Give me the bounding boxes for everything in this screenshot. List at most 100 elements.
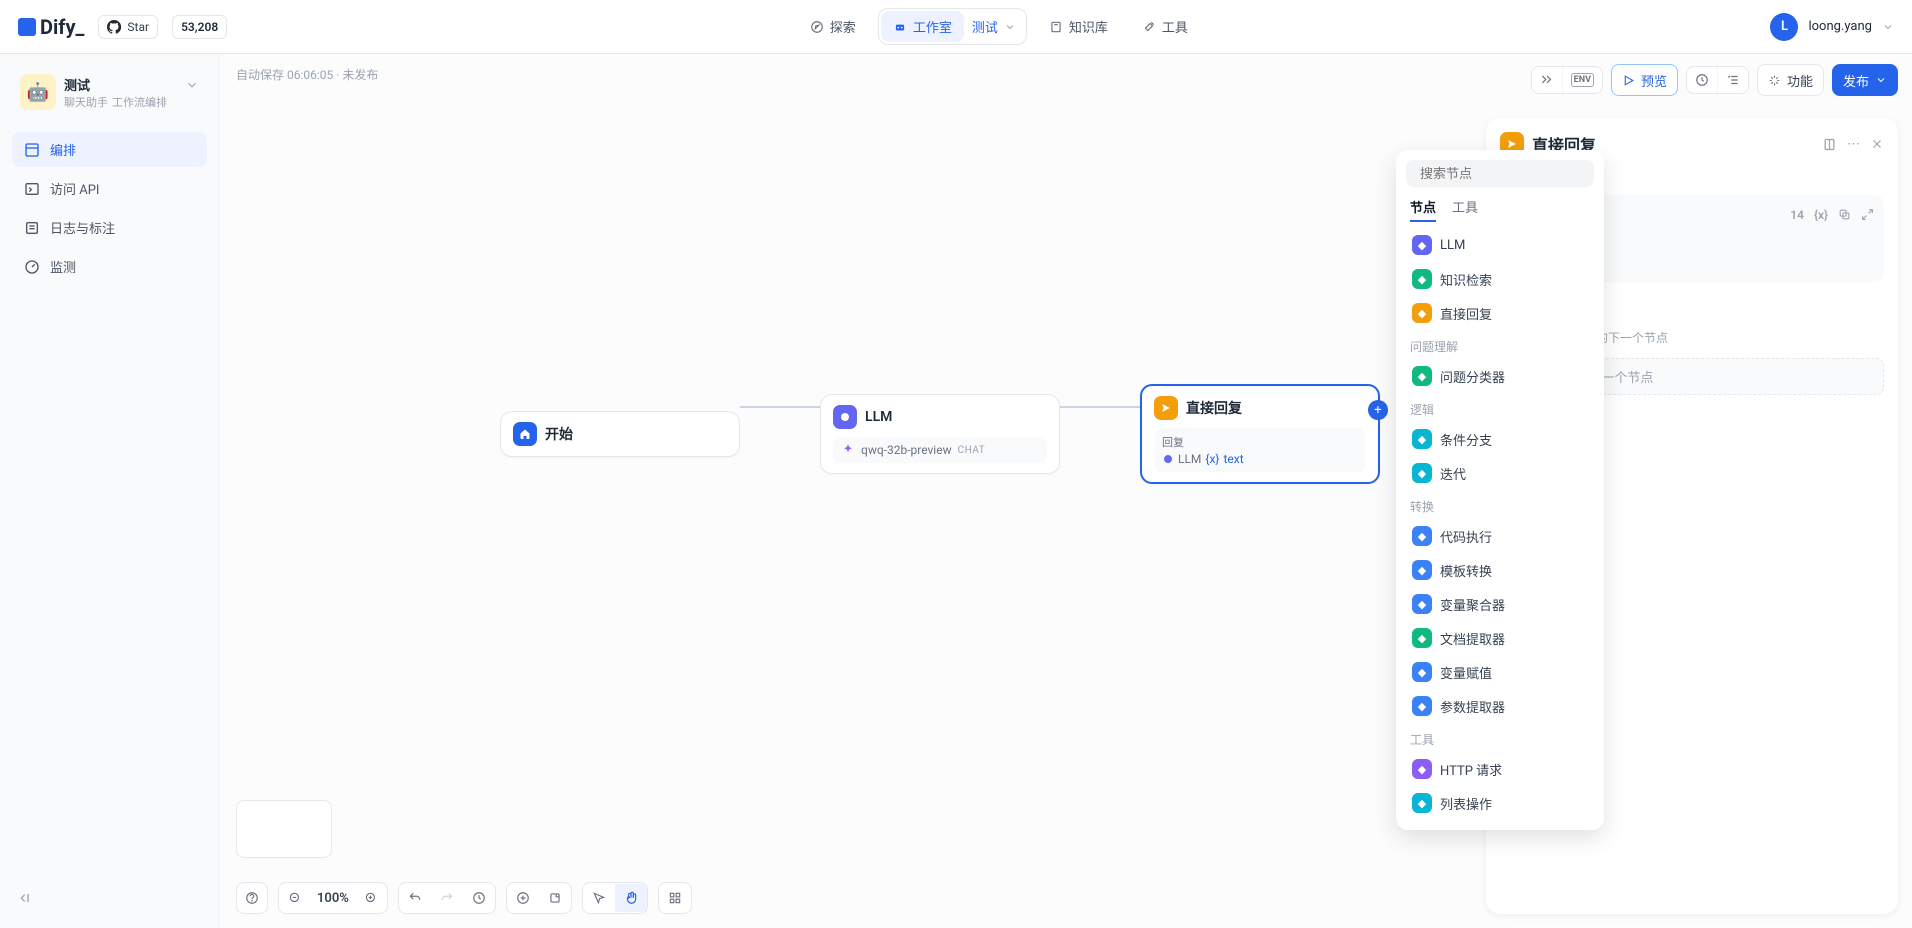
zoom-out-button[interactable] xyxy=(279,884,311,912)
node-type-icon: ◆ xyxy=(1412,759,1432,779)
node-search[interactable] xyxy=(1406,160,1594,187)
chevron-down-icon xyxy=(1882,21,1894,33)
picker-item[interactable]: ◆知识检索 xyxy=(1406,262,1594,296)
user-menu[interactable]: L loong.yang xyxy=(1770,13,1894,41)
var-prefix: {x} xyxy=(1205,452,1219,466)
picker-item[interactable]: ◆HTTP 请求 xyxy=(1406,752,1594,786)
node-direct-reply[interactable]: 直接回复 回复 LLM {x} text + xyxy=(1140,384,1380,484)
node-search-input[interactable] xyxy=(1420,166,1596,181)
chevron-down-icon xyxy=(1875,74,1887,86)
picker-item-label: 模板转换 xyxy=(1440,561,1492,580)
undo-button[interactable] xyxy=(399,884,431,912)
sidebar-nav: 编排 访问 API 日志与标注 监测 xyxy=(12,132,207,284)
picker-item[interactable]: ◆条件分支 xyxy=(1406,422,1594,456)
workflow-canvas[interactable]: 自动保存 06:06:05 · 未发布 ENV 预览 功能 发布 xyxy=(220,54,1912,928)
node-type-icon: ◆ xyxy=(1412,526,1432,546)
node-type-icon: ◆ xyxy=(1412,463,1432,483)
minimap[interactable] xyxy=(236,800,332,858)
book-icon xyxy=(1049,20,1063,34)
nav-workspace-app[interactable]: 测试 xyxy=(964,11,1024,42)
checklist-button[interactable] xyxy=(1718,67,1748,93)
hand-mode-button[interactable] xyxy=(615,884,647,912)
list-icon xyxy=(24,220,40,236)
tidy-button[interactable] xyxy=(659,884,691,912)
insert-var-button[interactable]: {x} xyxy=(1814,208,1828,222)
chevron-down-icon xyxy=(1004,21,1016,33)
model-badge: CHAT xyxy=(958,445,986,456)
picker-item[interactable]: ◆LLM xyxy=(1406,228,1594,262)
picker-item[interactable]: ◆ 参数提取器 xyxy=(1406,689,1594,723)
picker-item[interactable]: ◆问题分类器 xyxy=(1406,359,1594,393)
run-button[interactable] xyxy=(1532,67,1563,93)
picker-category: 问题理解 xyxy=(1410,338,1590,355)
panel-more-button[interactable]: ⋯ xyxy=(1847,137,1860,152)
nav-workspace[interactable]: 工作室 xyxy=(881,11,964,42)
zoom-in-button[interactable] xyxy=(355,884,387,912)
node-type-icon: ◆ xyxy=(1412,594,1432,614)
picker-item[interactable]: ◆代码执行 xyxy=(1406,519,1594,553)
redo-button[interactable] xyxy=(431,884,463,912)
bottom-toolbar: 100% xyxy=(236,882,692,914)
github-star-button[interactable]: Star xyxy=(98,15,158,39)
llm-icon xyxy=(1162,453,1174,465)
add-next-node-button[interactable]: + xyxy=(1368,400,1388,420)
autosave-status: 自动保存 06:06:05 · 未发布 xyxy=(236,66,378,83)
panel-book-button[interactable] xyxy=(1822,137,1837,152)
sidebar-item-api[interactable]: 访问 API xyxy=(12,171,207,206)
picker-item[interactable]: ◆列表操作 xyxy=(1406,786,1594,820)
features-button[interactable]: 功能 xyxy=(1757,64,1824,96)
picker-item[interactable]: ◆变量聚合器 xyxy=(1406,587,1594,621)
env-button[interactable]: ENV xyxy=(1563,67,1602,93)
app-selector[interactable]: 🤖 测试 聊天助手 工作流编排 xyxy=(12,66,207,118)
picker-tab-tools[interactable]: 工具 xyxy=(1452,197,1478,222)
close-icon xyxy=(1870,137,1884,151)
history-button[interactable] xyxy=(1687,67,1718,93)
nav-knowledge[interactable]: 知识库 xyxy=(1037,11,1120,42)
node-start[interactable]: 开始 xyxy=(500,411,740,457)
picker-category: 逻辑 xyxy=(1410,401,1590,418)
undo-icon xyxy=(408,891,422,905)
reply-icon xyxy=(1154,396,1178,420)
book-icon xyxy=(1822,137,1837,152)
copy-icon xyxy=(1838,208,1851,221)
panel-close-button[interactable] xyxy=(1870,137,1884,152)
sidebar-collapse[interactable] xyxy=(12,880,207,916)
picker-item-label: 参数提取器 xyxy=(1440,697,1505,716)
pointer-mode-button[interactable] xyxy=(583,884,615,912)
history-button[interactable] xyxy=(463,884,495,912)
zoom-level: 100% xyxy=(311,891,355,906)
picker-item[interactable]: ◆模板转换 xyxy=(1406,553,1594,587)
picker-item-label: LLM xyxy=(1440,238,1465,253)
nav-tools[interactable]: 工具 xyxy=(1130,11,1200,42)
sidebar-item-monitor[interactable]: 监测 xyxy=(12,249,207,284)
add-node-button[interactable] xyxy=(507,884,539,912)
picker-item[interactable]: ◆ 变量赋值 xyxy=(1406,655,1594,689)
sidebar-item-orchestrate[interactable]: 编排 xyxy=(12,132,207,167)
app-role: 工作流编排 xyxy=(112,94,167,110)
picker-item-label: 变量赋值 xyxy=(1440,663,1492,682)
nav-explore[interactable]: 探索 xyxy=(798,11,868,42)
picker-item-label: 直接回复 xyxy=(1440,304,1492,323)
sidebar-item-logs[interactable]: 日志与标注 xyxy=(12,210,207,245)
preview-button[interactable]: 预览 xyxy=(1611,64,1678,96)
picker-item[interactable]: ◆直接回复 xyxy=(1406,296,1594,330)
node-llm[interactable]: LLM qwq-32b-preview CHAT xyxy=(820,394,1060,474)
publish-button[interactable]: 发布 xyxy=(1832,64,1898,96)
redo-icon xyxy=(440,891,454,905)
picker-tab-nodes[interactable]: 节点 xyxy=(1410,197,1436,222)
picker-item-label: 文档提取器 xyxy=(1440,629,1505,648)
node-type-icon: ◆ xyxy=(1412,662,1432,682)
copy-button[interactable] xyxy=(1838,208,1851,221)
hammer-icon xyxy=(1142,20,1156,34)
logo-text: Dify_ xyxy=(40,15,84,39)
add-note-button[interactable] xyxy=(539,884,571,912)
expand-button[interactable] xyxy=(1861,208,1874,221)
logo[interactable]: Dify_ xyxy=(18,15,84,39)
node-type-icon: ◆ xyxy=(1412,696,1432,716)
picker-list: ◆LLM◆知识检索◆直接回复问题理解◆问题分类器逻辑◆条件分支◆迭代转换◆代码执… xyxy=(1406,228,1594,820)
help-button[interactable] xyxy=(236,882,268,914)
robot-icon xyxy=(893,20,907,34)
picker-item[interactable]: ◆文档提取器 xyxy=(1406,621,1594,655)
picker-item[interactable]: ◆迭代 xyxy=(1406,456,1594,490)
hand-icon xyxy=(624,891,638,905)
